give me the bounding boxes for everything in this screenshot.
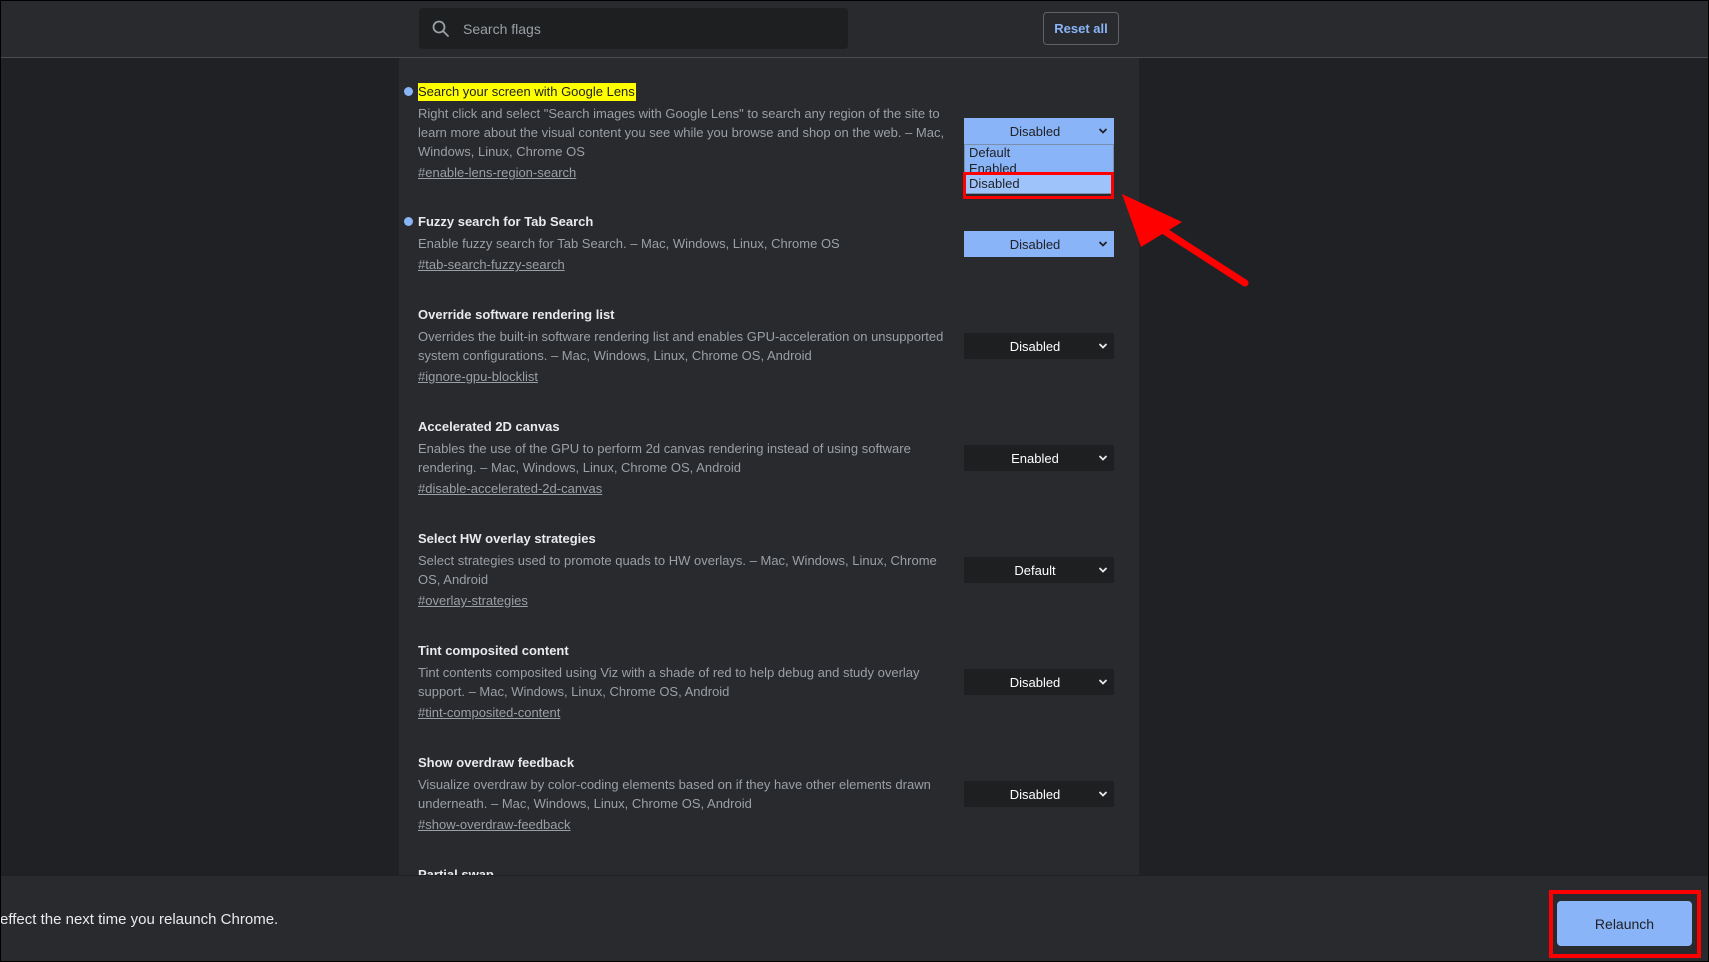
flag-select[interactable]: Disabled [964,118,1114,144]
flag-title: Tint composited content [418,643,569,658]
flags-list: Search your screen with Google Lens Righ… [399,58,1139,875]
flag-select[interactable]: Disabled [964,333,1114,359]
flag-select-value: Disabled [1009,338,1061,354]
flag-anchor-link[interactable]: #ignore-gpu-blocklist [418,368,538,386]
flag-title: Show overdraw feedback [418,755,575,770]
modified-indicator-icon [404,217,413,226]
reset-all-button[interactable]: Reset all [1043,12,1119,45]
chevron-down-icon [1098,455,1108,461]
flag-title: Override software rendering list [418,307,615,322]
chevron-down-icon [1098,567,1108,573]
flag-description: Right click and select "Search images wi… [418,106,945,159]
flag-description: Overrides the built-in software renderin… [418,329,944,363]
flag-title: Select HW overlay strategies [418,531,596,546]
flag-anchor-link[interactable]: #tint-composited-content [418,704,560,722]
chevron-down-icon [1098,679,1108,685]
dropdown-option-disabled[interactable]: Disabled [965,175,1113,193]
flag-anchor-link[interactable]: #tab-search-fuzzy-search [418,256,565,274]
flag-select[interactable]: Disabled [964,231,1114,257]
chevron-down-icon [1098,241,1108,247]
flag-select-dropdown: Default Enabled Disabled [964,144,1114,194]
flag-select[interactable]: Default [964,557,1114,583]
chevron-down-icon [1098,343,1108,349]
annotation-arrow-icon [1122,194,1249,287]
chevron-down-icon [1098,791,1108,797]
flag-select-value: Disabled [1009,786,1061,802]
relaunch-footer: effect the next time you relaunch Chrome… [0,875,1709,962]
dropdown-option-enabled[interactable]: Enabled [965,161,1113,175]
flag-anchor-link[interactable]: #enable-lens-region-search [418,164,576,182]
modified-indicator-icon [404,87,413,96]
search-flags-input[interactable] [463,8,833,49]
flag-select-value: Enabled [1011,450,1059,466]
flag-title: Accelerated 2D canvas [418,419,560,434]
header-toolbar: Reset all [0,0,1709,58]
flag-select-value: Disabled [1009,123,1061,139]
search-box[interactable] [419,8,848,49]
flag-description: Tint contents composited using Viz with … [418,665,920,699]
chevron-down-icon [1098,128,1108,134]
flag-title: Search your screen with Google Lens [418,83,636,101]
relaunch-message: effect the next time you relaunch Chrome… [0,911,279,928]
dropdown-option-default[interactable]: Default [965,145,1113,161]
flag-title: Partial swap [418,867,494,875]
flag-select[interactable]: Enabled [964,445,1114,471]
flag-select[interactable]: Disabled [964,781,1114,807]
flag-description: Select strategies used to promote quads … [418,553,937,587]
flag-title: Fuzzy search for Tab Search [418,214,594,229]
flag-select-value: Disabled [1009,674,1061,690]
flag-select-value: Default [1014,562,1056,578]
flag-anchor-link[interactable]: #disable-accelerated-2d-canvas [418,480,602,498]
flag-description: Enables the use of the GPU to perform 2d… [418,441,911,475]
flag-select[interactable]: Disabled [964,669,1114,695]
flag-description: Enable fuzzy search for Tab Search. – Ma… [418,236,840,251]
flag-description: Visualize overdraw by color-coding eleme… [418,777,931,811]
relaunch-button[interactable]: Relaunch [1557,901,1692,946]
flag-anchor-link[interactable]: #overlay-strategies [418,592,528,610]
flag-anchor-link[interactable]: #show-overdraw-feedback [418,816,570,834]
flag-select-value: Disabled [1009,236,1061,252]
search-icon [432,20,449,37]
